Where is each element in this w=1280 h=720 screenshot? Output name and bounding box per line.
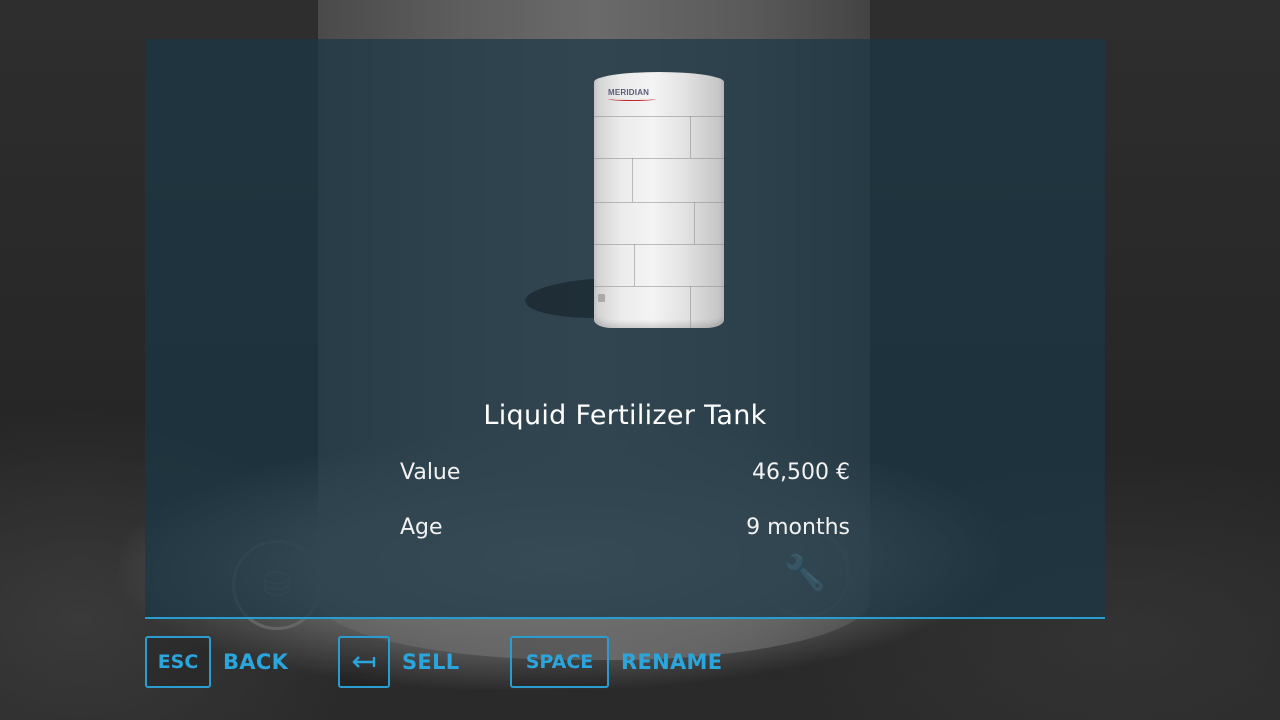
- rename-action[interactable]: SPACE RENAME: [510, 636, 722, 688]
- brand-logo-swoosh: [608, 97, 656, 101]
- age-label: Age: [400, 515, 443, 540]
- esc-key[interactable]: ESC: [145, 636, 211, 688]
- value-label: Value: [400, 460, 461, 485]
- back-action[interactable]: ESC BACK: [145, 636, 288, 688]
- sell-label[interactable]: SELL: [402, 650, 459, 674]
- tank-preview-image: MERIDIAN: [594, 72, 724, 328]
- age-value: 9 months: [746, 515, 850, 540]
- brand-logo: MERIDIAN: [608, 88, 650, 97]
- rename-label[interactable]: RENAME: [621, 650, 722, 674]
- back-label[interactable]: BACK: [223, 650, 288, 674]
- sell-action[interactable]: SELL: [338, 636, 459, 688]
- arrow-left-bar-icon[interactable]: [338, 636, 390, 688]
- tank-valve: [598, 294, 605, 302]
- value-amount: 46,500 €: [752, 460, 850, 485]
- space-key[interactable]: SPACE: [510, 636, 609, 688]
- item-title: Liquid Fertilizer Tank: [483, 400, 767, 431]
